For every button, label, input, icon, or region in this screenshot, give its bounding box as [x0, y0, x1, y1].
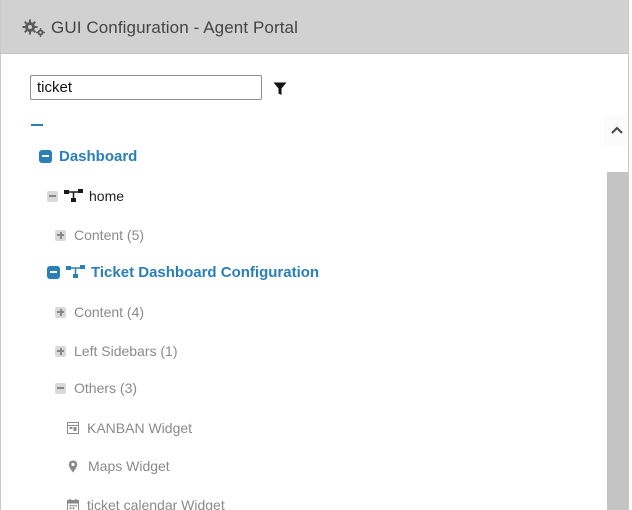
tree-node-label: Content (5) — [74, 227, 145, 243]
tree-node-label: KANBAN Widget — [87, 420, 193, 436]
tree-node-label: Left Sidebars (1) — [74, 343, 178, 359]
expand-toggle-icon[interactable] — [55, 345, 66, 357]
tree-node-label: Content (4) — [74, 304, 145, 320]
expand-toggle-icon[interactable] — [55, 306, 66, 318]
hierarchy-icon — [66, 265, 85, 278]
chevron-up-icon — [611, 126, 623, 134]
tree-node-label: Maps Widget — [88, 458, 170, 474]
collapse-toggle-icon[interactable] — [47, 190, 58, 202]
kanban-board-icon — [67, 422, 79, 434]
expand-toggle-icon[interactable] — [55, 229, 66, 241]
map-marker-icon — [68, 460, 78, 472]
tree-node-td-left-sidebars[interactable]: Left Sidebars (1) — [55, 339, 178, 363]
scrollbar-track[interactable] — [607, 172, 628, 510]
panel-header: GUI Configuration - Agent Portal — [1, 0, 628, 54]
tree-node-kanban-widget[interactable]: KANBAN Widget — [67, 416, 192, 440]
search-input[interactable] — [30, 75, 262, 100]
tree-node-td-content[interactable]: Content (4) — [55, 300, 144, 324]
tree-node-ticket-dashboard-configuration[interactable]: Ticket Dashboard Configuration — [47, 260, 319, 284]
gears-icon — [22, 19, 45, 37]
collapse-toggle-icon[interactable] — [55, 382, 66, 394]
panel-title: GUI Configuration - Agent Portal — [51, 18, 298, 37]
calendar-icon — [67, 499, 79, 510]
scroll-up-button[interactable] — [604, 116, 628, 146]
tree-node-ticket-calendar-widget[interactable]: ticket calendar Widget — [67, 493, 225, 510]
collapse-all-button[interactable] — [31, 116, 43, 128]
tree-node-label: ticket calendar Widget — [87, 497, 225, 510]
collapse-toggle-icon[interactable] — [47, 265, 60, 279]
tree-node-td-others[interactable]: Others (3) — [55, 376, 137, 400]
gui-configuration-panel: GUI Configuration - Agent Portal Dashboa… — [0, 0, 629, 510]
tree-node-label: Ticket Dashboard Configuration — [91, 263, 320, 281]
vertical-scrollbar[interactable] — [604, 116, 628, 510]
tree-node-dashboard[interactable]: Dashboard — [39, 144, 137, 168]
hierarchy-icon — [64, 189, 83, 202]
tree-node-home[interactable]: home — [47, 184, 124, 208]
tree-node-label: Others (3) — [74, 380, 138, 396]
tree-node-label: home — [89, 188, 125, 204]
collapse-toggle-icon[interactable] — [39, 149, 52, 163]
tree-node-home-content[interactable]: Content (5) — [55, 223, 144, 247]
tree-node-maps-widget[interactable]: Maps Widget — [68, 454, 170, 478]
filter-icon[interactable] — [273, 82, 287, 96]
tree-node-label: Dashboard — [59, 147, 138, 165]
